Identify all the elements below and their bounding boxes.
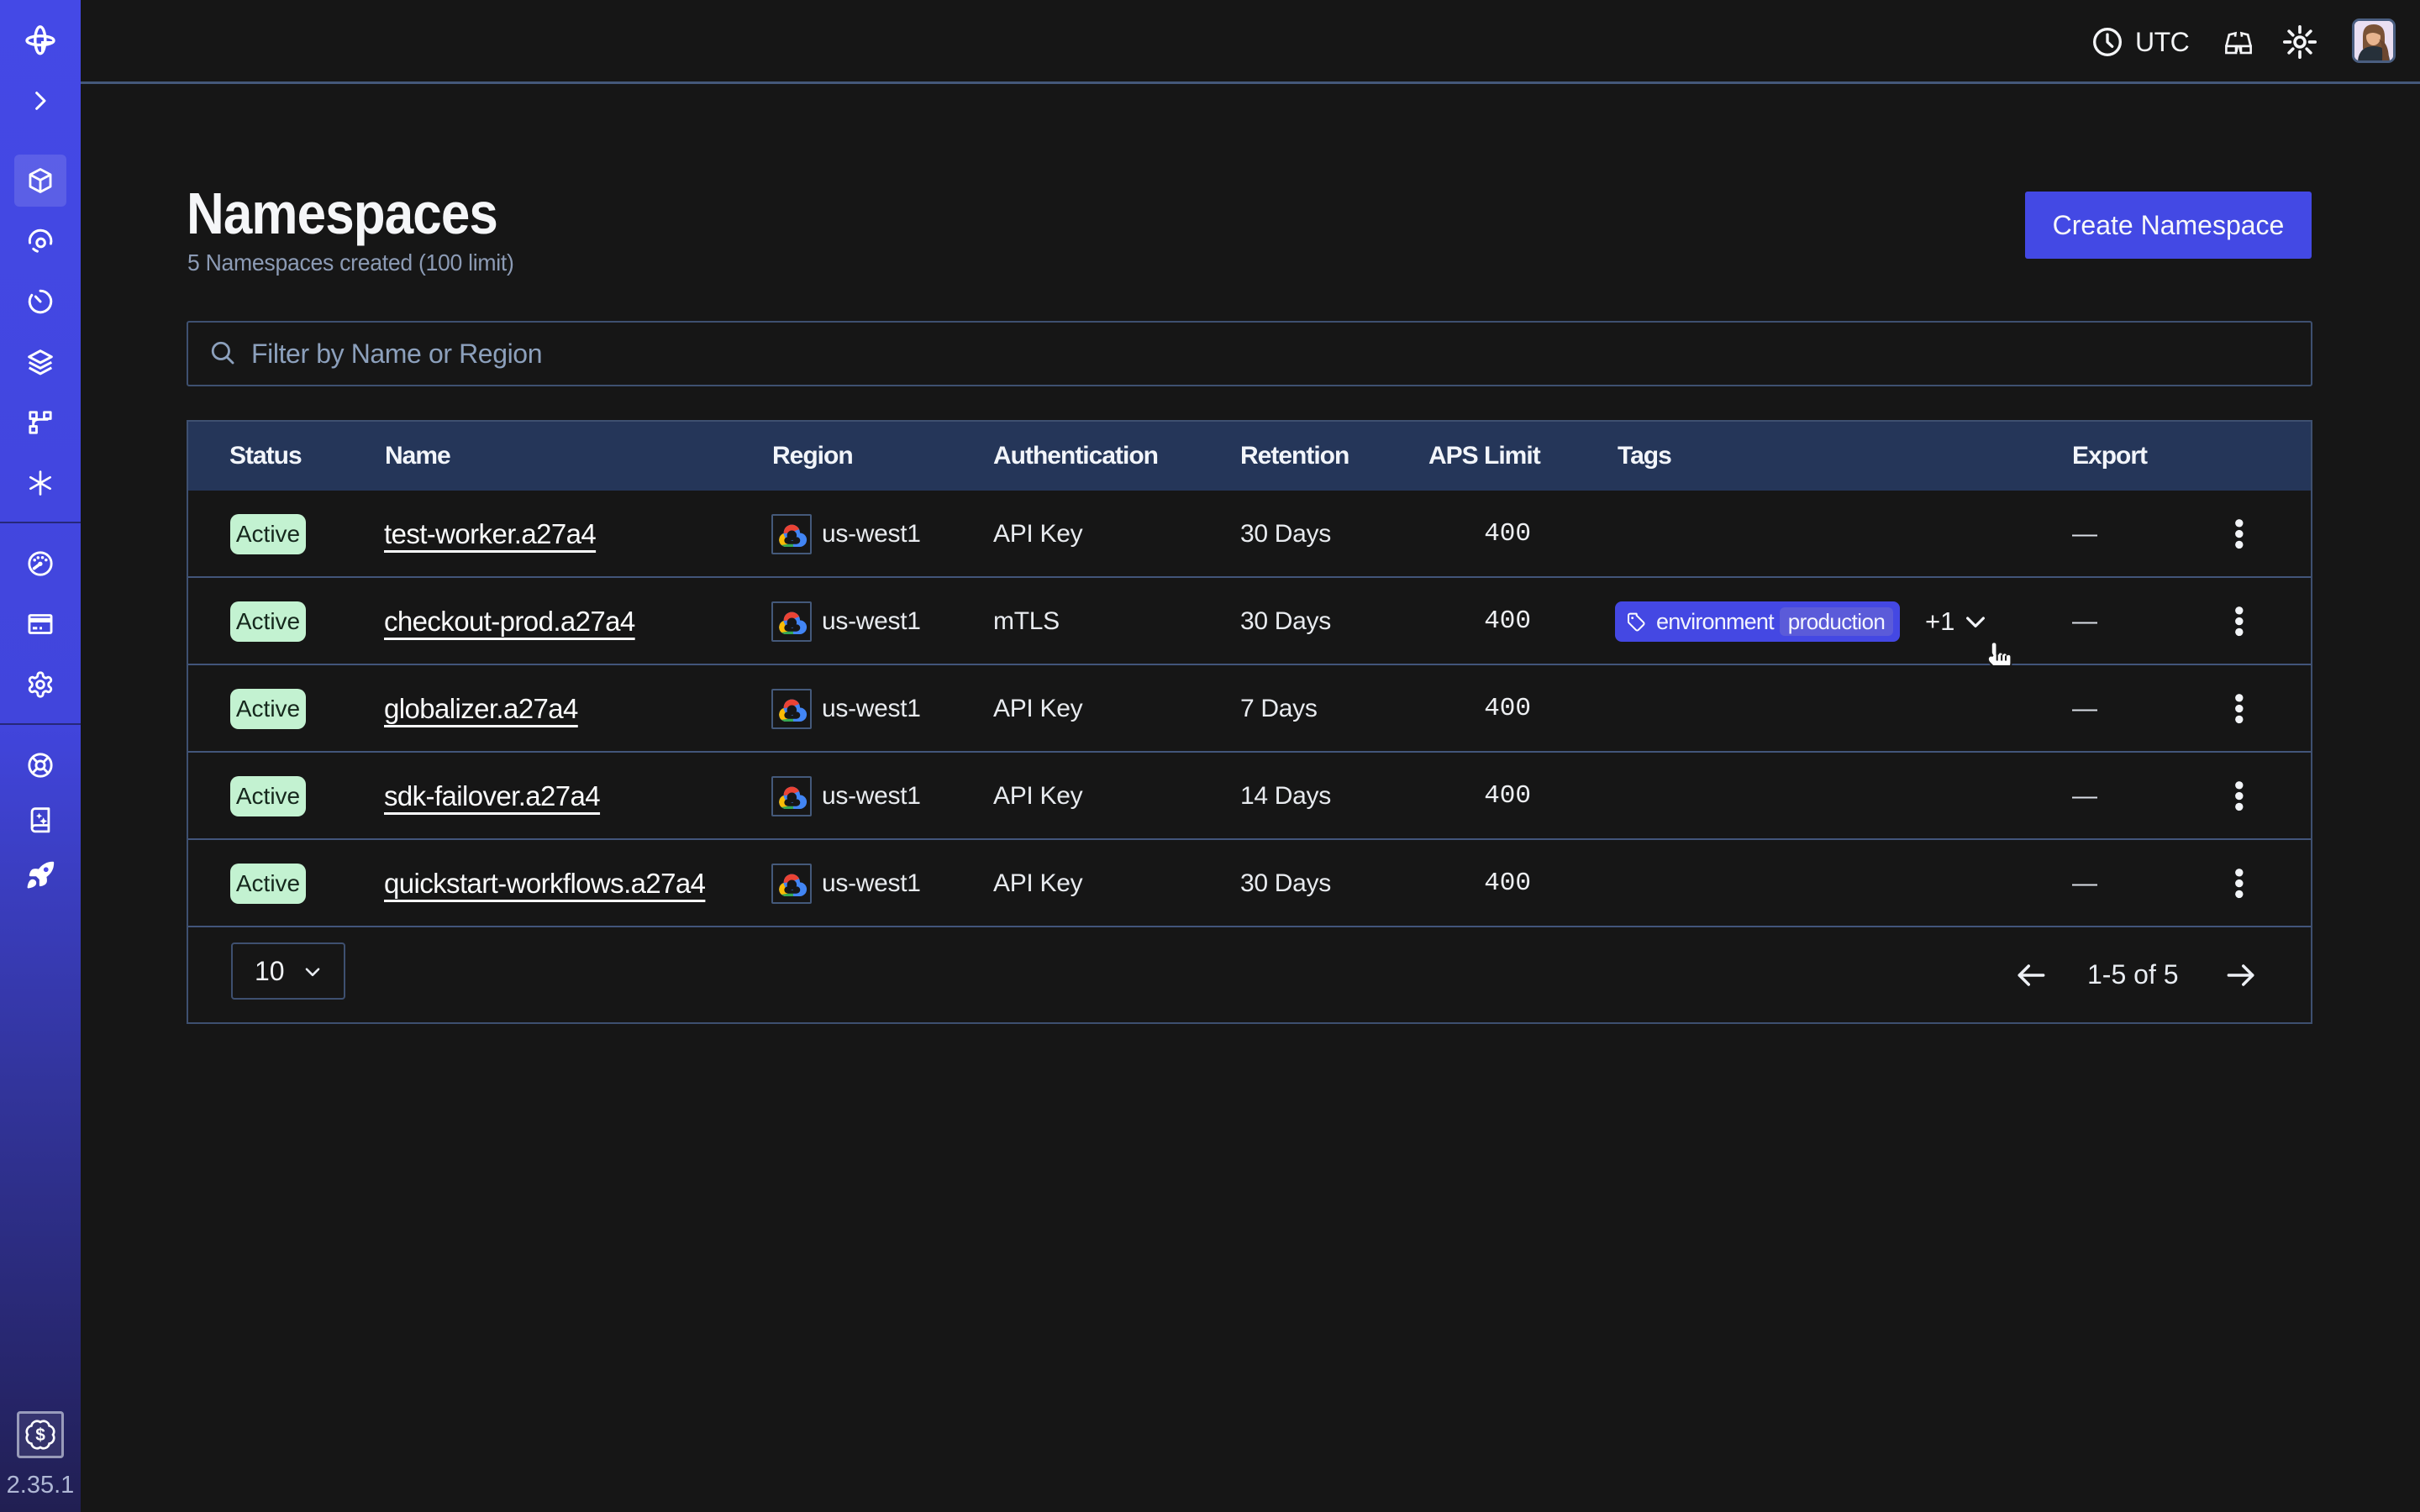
svg-text:$: $ [35,1425,45,1445]
